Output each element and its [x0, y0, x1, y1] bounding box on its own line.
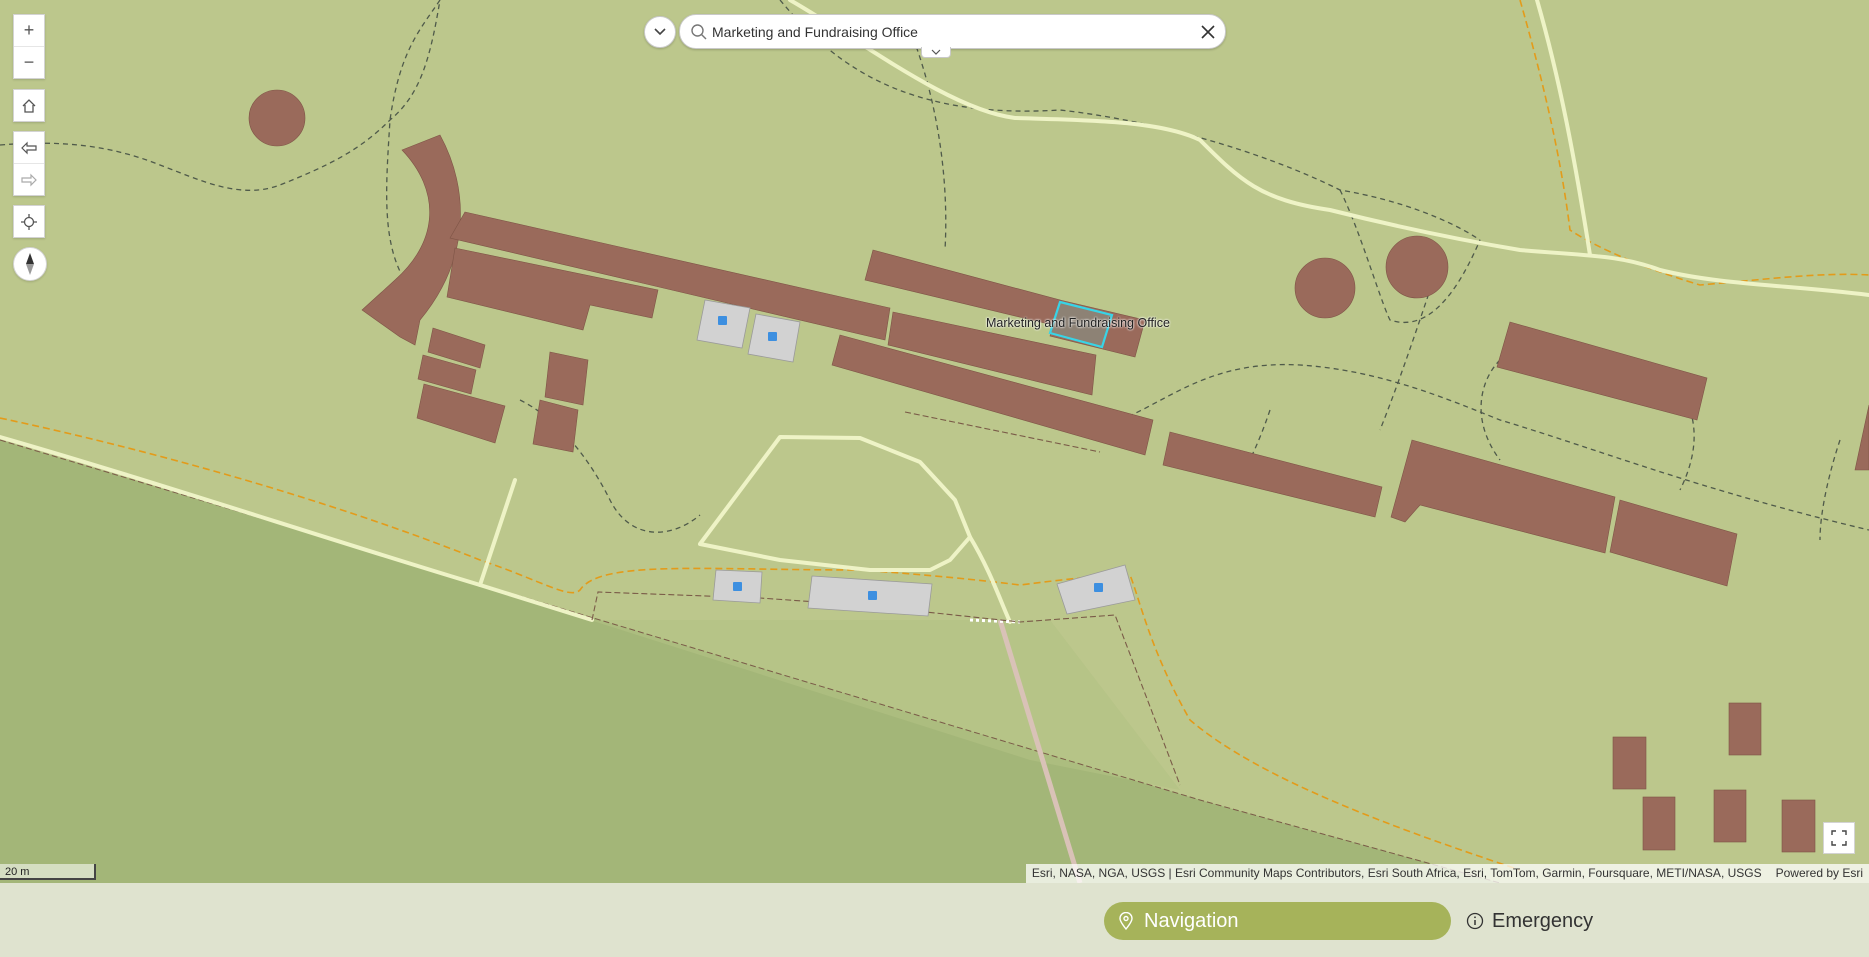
navigation-label: Navigation	[1144, 909, 1239, 932]
zoom-out-button[interactable]: −	[14, 46, 44, 78]
fullscreen-button[interactable]	[1823, 822, 1855, 854]
search-bar[interactable]: Marketing and Fundraising Office	[679, 14, 1226, 49]
map-view[interactable]: Marketing and Fundraising Office + − Mar…	[0, 0, 1869, 883]
search-results-toggle[interactable]	[921, 47, 951, 58]
zoom-controls: + −	[13, 14, 45, 79]
arrow-right-icon	[21, 173, 37, 186]
info-icon	[1466, 912, 1484, 930]
bottom-bar: Navigation Emergency	[0, 883, 1869, 957]
home-button[interactable]	[14, 90, 44, 121]
collapse-search-button[interactable]	[644, 16, 676, 48]
search-icon	[691, 23, 707, 39]
chevron-down-icon	[654, 28, 666, 36]
compass-button[interactable]	[13, 247, 47, 281]
map-canvas[interactable]	[0, 0, 1869, 883]
emergency-label: Emergency	[1492, 909, 1594, 932]
history-controls	[13, 131, 45, 196]
attribution-text[interactable]: Esri, NASA, NGA, USGS | Esri Community M…	[1032, 864, 1762, 883]
fullscreen-icon	[1831, 830, 1847, 846]
location-pin-icon	[1119, 912, 1133, 930]
clear-search-button[interactable]	[1191, 15, 1225, 48]
zoom-in-button[interactable]: +	[14, 15, 44, 46]
forward-button[interactable]	[14, 163, 44, 195]
locate-control	[13, 205, 45, 238]
compass-icon	[26, 253, 34, 275]
chevron-down-icon	[931, 49, 941, 55]
back-button[interactable]	[14, 132, 44, 163]
scale-bar: 20 m	[0, 864, 96, 880]
home-control	[13, 89, 45, 122]
close-icon	[1201, 24, 1215, 39]
powered-by[interactable]: Powered by Esri	[1776, 864, 1863, 883]
attribution: Esri, NASA, NGA, USGS | Esri Community M…	[1025, 864, 1869, 883]
emergency-button[interactable]: Emergency	[1466, 902, 1593, 940]
crosshair-icon	[21, 213, 37, 230]
selected-feature-label: Marketing and Fundraising Office	[986, 316, 1170, 330]
home-icon	[22, 98, 36, 113]
search-input[interactable]: Marketing and Fundraising Office	[712, 24, 1191, 40]
arrow-left-icon	[21, 141, 37, 154]
locate-button[interactable]	[14, 206, 44, 237]
navigation-button[interactable]: Navigation	[1104, 902, 1451, 940]
